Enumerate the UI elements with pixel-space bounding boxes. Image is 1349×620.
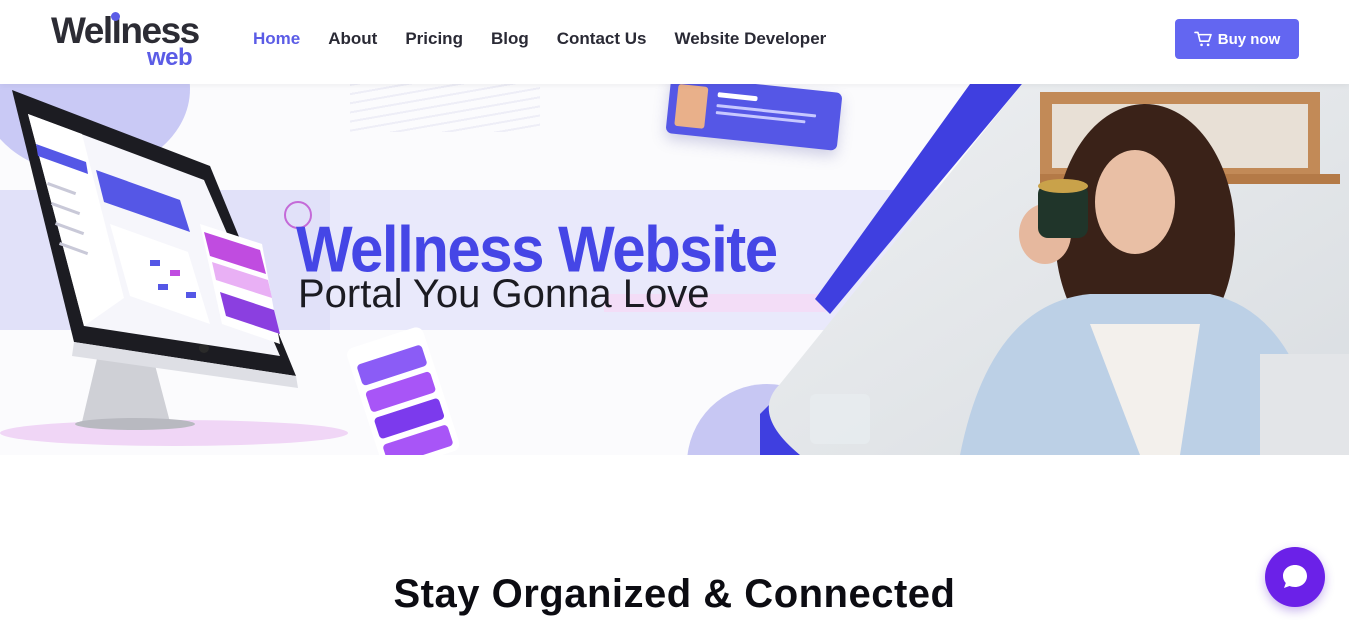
nav-home[interactable]: Home (253, 29, 300, 49)
buy-now-button[interactable]: Buy now (1175, 19, 1299, 59)
hero-subheadline: Portal You Gonna Love (298, 272, 710, 316)
buy-now-label: Buy now (1217, 30, 1281, 48)
nav-pricing[interactable]: Pricing (405, 29, 463, 49)
cart-icon (1193, 31, 1212, 47)
hero-banner: Wellness Website Portal You Gonna Love (0, 84, 1349, 455)
wellness-web-logo[interactable]: Wellness web (51, 10, 201, 72)
site-header: Wellness web Home About Pricing Blog Con… (0, 0, 1349, 84)
main-nav: Home About Pricing Blog Contact Us Websi… (253, 29, 826, 49)
logo-figure-icon (111, 12, 120, 21)
chat-widget-button[interactable] (1265, 547, 1325, 607)
nav-blog[interactable]: Blog (491, 29, 529, 49)
nav-contact-us[interactable]: Contact Us (557, 29, 647, 49)
section-title: Stay Organized & Connected (393, 572, 956, 616)
woman-drinking-coffee-photo (760, 84, 1349, 455)
nav-website-developer[interactable]: Website Developer (674, 29, 826, 49)
nav-about[interactable]: About (328, 29, 377, 49)
decor-lines (350, 84, 540, 132)
logo-subword: web (147, 44, 193, 71)
chat-bubble-icon (1283, 565, 1307, 588)
